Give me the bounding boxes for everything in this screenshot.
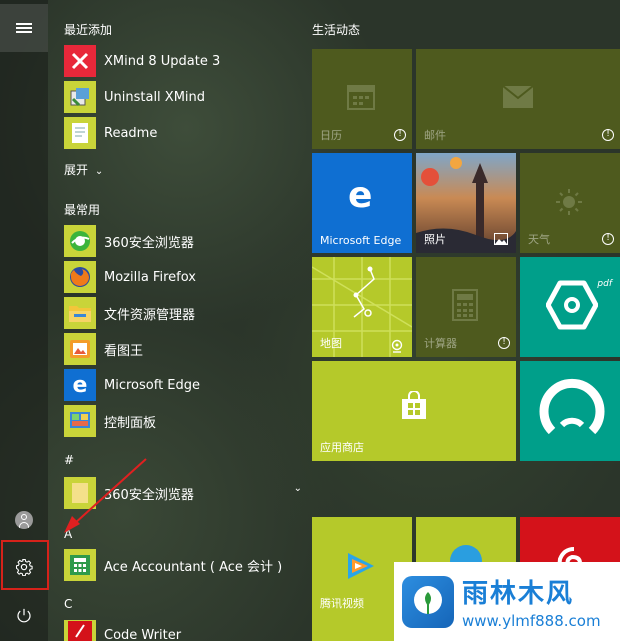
app-item-firefox[interactable]: Mozilla Firefox — [64, 261, 294, 293]
control-panel-icon — [64, 405, 96, 437]
camera-icon — [391, 339, 403, 353]
app-label: XMind 8 Update 3 — [104, 53, 221, 69]
expand-label: 展开 — [64, 163, 89, 177]
tile-label: 计算器 — [424, 337, 457, 350]
app-item-uninstall-xmind[interactable]: Uninstall XMind — [64, 81, 294, 113]
app-item-file-explorer[interactable]: 文件资源管理器 — [64, 297, 294, 329]
mail-icon — [502, 85, 534, 108]
tile-mail[interactable]: 邮件 ! — [416, 49, 620, 149]
tile-store[interactable]: 应用商店 — [312, 361, 516, 461]
info-icon: ! — [602, 129, 614, 141]
app-label: Microsoft Edge — [104, 377, 201, 393]
app-item-ace-accountant[interactable]: Ace Accountant ( Ace 会计 ) — [64, 549, 294, 581]
edge-icon: e — [348, 175, 373, 216]
app-label: 360安全浏览器 — [104, 235, 194, 251]
power-icon — [17, 608, 31, 623]
tile-label: 日历 — [320, 129, 342, 142]
app-label: Readme — [104, 125, 158, 141]
info-icon: ! — [394, 129, 406, 141]
code-writer-icon — [64, 620, 96, 641]
watermark-logo-icon — [402, 575, 454, 628]
pdf-text-icon: pdf — [597, 279, 612, 289]
folder-yellow-icon — [64, 477, 96, 509]
hamburger-icon — [16, 21, 32, 35]
app-label: 看图王 — [104, 343, 144, 359]
letter-header-hash[interactable]: # — [64, 453, 74, 467]
tile-label: 地图 — [320, 337, 342, 350]
app-list: 最近添加 XMind 8 Update 3 Uninstall XMind Re… — [48, 0, 302, 641]
letter-header-c[interactable]: C — [64, 597, 72, 611]
sun-icon — [556, 189, 582, 215]
tile-label: 应用商店 — [320, 441, 364, 454]
app-label: 360安全浏览器 — [104, 487, 194, 503]
calendar-icon — [347, 85, 375, 110]
watermark-url: www.ylmf888.com — [462, 612, 601, 630]
app-item-control-panel[interactable]: 控制面板 — [64, 405, 294, 437]
tencent-video-icon — [348, 553, 374, 579]
recent-section-header: 最近添加 — [64, 23, 113, 37]
app-item-image-viewer[interactable]: 看图王 — [64, 333, 294, 365]
tile-label: Microsoft Edge — [320, 234, 402, 247]
watermark-brand-name: 雨林木风 — [462, 579, 575, 609]
chevron-down-icon: ⌄ — [94, 166, 104, 177]
edge-icon: e — [64, 369, 96, 401]
tile-microsoft-edge[interactable]: e Microsoft Edge — [312, 153, 412, 253]
tile-label: 天气 — [528, 233, 550, 246]
ace-icon — [64, 549, 96, 581]
tile-maps[interactable]: 地图 — [312, 257, 412, 357]
expand-recent-button[interactable]: 展开 ⌄ — [64, 161, 103, 178]
tile-calculator[interactable]: 计算器 ! — [416, 257, 516, 357]
tile-photos[interactable]: 照片 — [416, 153, 516, 253]
firefox-icon — [64, 261, 96, 293]
chevron-down-icon: ⌄ — [293, 483, 302, 494]
user-avatar-icon — [15, 511, 33, 529]
app-item-360-browser[interactable]: 360安全浏览器 — [64, 225, 294, 257]
tile-label: 腾讯视频 — [320, 597, 364, 610]
calculator-icon — [452, 289, 478, 321]
folder-icon — [64, 297, 96, 329]
info-icon: ! — [498, 337, 510, 349]
gauge-icon — [539, 378, 605, 435]
app-folder-360-browser[interactable]: 360安全浏览器 ⌄ — [64, 477, 310, 509]
app-label: Uninstall XMind — [104, 89, 206, 105]
tile-weather[interactable]: 天气 ! — [520, 153, 620, 253]
tile-label: 照片 — [424, 233, 446, 246]
tile-pdf-app[interactable]: pdf — [520, 257, 620, 357]
app-label: Ace Accountant ( Ace 会计 ) — [104, 559, 283, 575]
image-viewer-icon — [64, 333, 96, 365]
tile-calendar[interactable]: 日历 ! — [312, 49, 412, 149]
app-item-code-writer[interactable]: Code Writer — [64, 620, 294, 641]
xmind-icon — [64, 45, 96, 77]
power-button[interactable] — [0, 592, 48, 640]
app-label: Mozilla Firefox — [104, 269, 196, 285]
app-item-microsoft-edge[interactable]: e Microsoft Edge — [64, 369, 294, 401]
user-account-button[interactable] — [0, 496, 48, 544]
app-label: Code Writer — [104, 628, 182, 641]
store-bag-icon — [402, 391, 426, 419]
info-icon: ! — [602, 233, 614, 245]
document-icon — [64, 117, 96, 149]
tiles-group-header: 生活动态 — [312, 23, 361, 37]
tile-label: 邮件 — [424, 129, 446, 142]
image-icon — [494, 233, 508, 245]
app-label: 控制面板 — [104, 415, 157, 431]
uninstall-icon — [64, 81, 96, 113]
app-label: 文件资源管理器 — [104, 307, 196, 323]
watermark-banner: 雨林木风 www.ylmf888.com — [394, 562, 620, 641]
letter-header-a[interactable]: A — [64, 527, 72, 541]
frequent-section-header: 最常用 — [64, 203, 101, 217]
expand-menu-button[interactable] — [0, 4, 48, 52]
app-item-readme[interactable]: Readme — [64, 117, 294, 149]
360-browser-icon — [64, 225, 96, 257]
start-rail — [0, 0, 49, 641]
hexagon-pdf-icon — [546, 280, 598, 330]
tile-speed-app[interactable] — [520, 361, 620, 461]
settings-highlight-box — [1, 540, 49, 590]
app-item-xmind[interactable]: XMind 8 Update 3 — [64, 45, 294, 77]
